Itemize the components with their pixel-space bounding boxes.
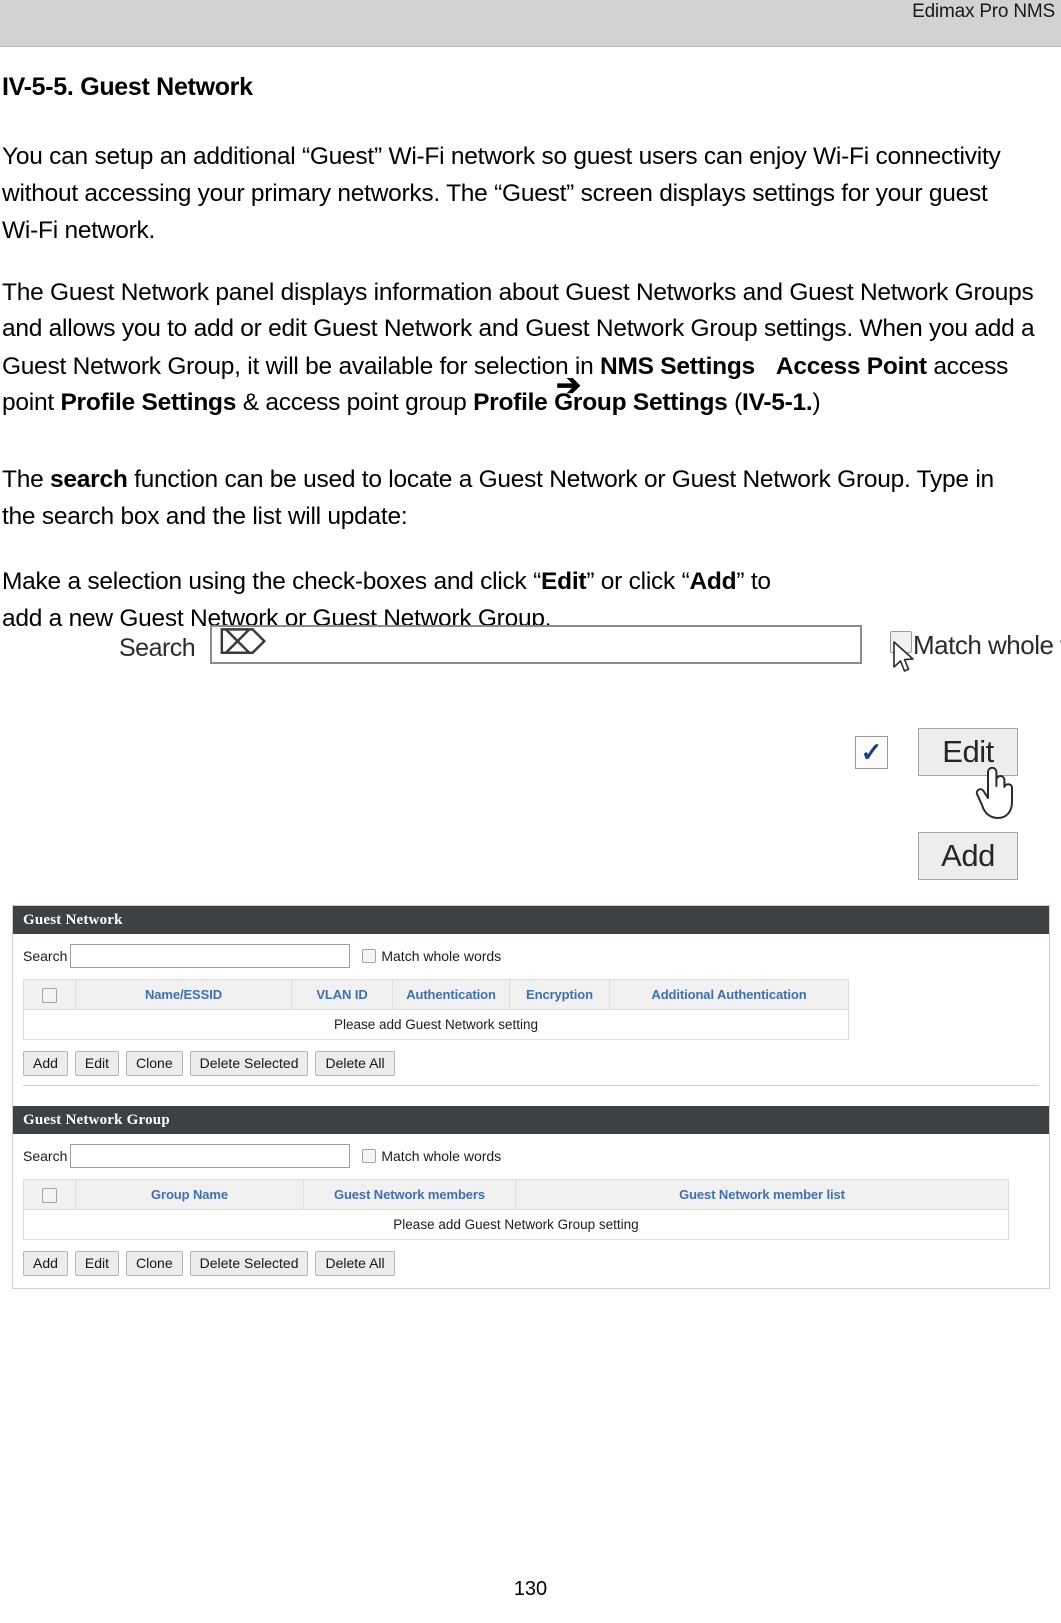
- guest-network-group-match-whole-words-label: Match whole words: [381, 1148, 502, 1164]
- column-header-authentication[interactable]: Authentication: [392, 979, 510, 1010]
- guest-network-search-row: Search Match whole words: [23, 944, 1039, 968]
- guest-network-match-whole-words-checkbox[interactable]: [362, 949, 377, 963]
- search-bold: search: [50, 466, 128, 493]
- paragraph-panel-text-e: ): [812, 389, 821, 416]
- profile-settings-bold: Profile Settings: [60, 389, 237, 416]
- guest-network-group-match-whole-words-checkbox[interactable]: [362, 1149, 377, 1163]
- guest-network-screenshot: Guest Network Search Match whole words N…: [12, 905, 1050, 1289]
- guest-network-delete-all-button[interactable]: Delete All: [315, 1051, 395, 1076]
- paragraph-panel-text-c: & access point group: [236, 389, 474, 416]
- guest-network-panel: Guest Network Search Match whole words N…: [13, 906, 1049, 1098]
- guest-network-group-delete-selected-button[interactable]: Delete Selected: [189, 1251, 309, 1276]
- figure-search-bar: Search ⌦ Match whole words: [97, 625, 1061, 673]
- guest-network-group-empty-row: Please add Guest Network Group setting: [23, 1209, 1009, 1240]
- guest-network-search-input[interactable]: [70, 944, 351, 968]
- text-cursor-icon: ⌦: [218, 626, 266, 666]
- page-title: IV-5-5. Guest Network: [2, 73, 253, 101]
- guest-network-group-empty-message: Please add Guest Network Group setting: [23, 1209, 1009, 1240]
- paragraph-selection-text-a: Make a selection using the check-boxes a…: [2, 568, 542, 595]
- running-header-title: Edimax Pro NMS: [912, 1, 1055, 22]
- breadcrumb-arrow-glyph-icon: ➔: [556, 369, 582, 402]
- guest-network-group-panel-title: Guest Network Group: [13, 1106, 1049, 1134]
- guest-network-delete-selected-button[interactable]: Delete Selected: [189, 1051, 309, 1076]
- guest-network-table-header-row: Name/ESSID VLAN ID Authentication Encryp…: [23, 979, 849, 1010]
- breadcrumb-arrow-icon: [755, 348, 776, 378]
- panel-divider: [23, 1085, 1039, 1086]
- column-header-group-name[interactable]: Group Name: [75, 1179, 304, 1210]
- paragraph-search-description: The search function can be used to locat…: [2, 461, 1012, 535]
- guest-network-group-edit-button[interactable]: Edit: [74, 1251, 120, 1276]
- figure-edit-add-buttons: ✓ Edit Add: [845, 722, 1025, 892]
- nms-settings-bold: NMS Settings: [600, 353, 755, 380]
- guest-network-panel-title: Guest Network: [13, 906, 1049, 934]
- figure-search-label: Search: [119, 634, 196, 662]
- paragraph-selection-text-b: ” or click “: [586, 568, 690, 595]
- guest-network-clone-button[interactable]: Clone: [126, 1051, 183, 1076]
- guest-network-group-button-row: Add Edit Clone Delete Selected Delete Al…: [23, 1251, 1039, 1276]
- paragraph-intro: You can setup an additional “Guest” Wi-F…: [2, 138, 1012, 249]
- column-header-name-essid[interactable]: Name/ESSID: [75, 979, 292, 1010]
- guest-network-group-add-button[interactable]: Add: [23, 1251, 68, 1276]
- guest-network-group-search-label: Search: [23, 1148, 68, 1164]
- guest-network-select-all-header[interactable]: [23, 979, 76, 1010]
- column-header-guest-network-members[interactable]: Guest Network members: [303, 1179, 516, 1210]
- guest-network-edit-button[interactable]: Edit: [74, 1051, 120, 1076]
- checkbox-icon[interactable]: [42, 987, 57, 1003]
- guest-network-group-table: Group Name Guest Network members Guest N…: [23, 1179, 1009, 1240]
- section-ref-bold: IV-5-1.: [742, 389, 813, 416]
- paragraph-panel-description: The Guest Network panel displays informa…: [2, 275, 1037, 421]
- column-header-additional-authentication[interactable]: Additional Authentication: [609, 979, 849, 1010]
- paragraph-intro-text: You can setup an additional “Guest” Wi-F…: [2, 143, 1001, 244]
- paragraph-search-text-a: The: [2, 466, 51, 493]
- paragraph-search-text-b: function can be used to locate a Guest N…: [2, 466, 994, 530]
- guest-network-empty-message: Please add Guest Network setting: [23, 1009, 849, 1040]
- add-bold: Add: [689, 568, 737, 595]
- figure-row-checkbox[interactable]: ✓: [855, 736, 888, 769]
- guest-network-button-row: Add Edit Clone Delete Selected Delete Al…: [23, 1051, 1039, 1076]
- column-header-vlan-id[interactable]: VLAN ID: [291, 979, 393, 1010]
- guest-network-empty-row: Please add Guest Network setting: [23, 1009, 849, 1040]
- page-number: 130: [513, 1578, 548, 1600]
- guest-network-search-label: Search: [23, 948, 68, 964]
- column-header-guest-network-member-list[interactable]: Guest Network member list: [515, 1179, 1009, 1210]
- column-header-encryption[interactable]: Encryption: [509, 979, 610, 1010]
- paragraph-panel-text-d: (: [727, 389, 743, 416]
- hand-pointer-icon: [975, 766, 1013, 819]
- guest-network-group-select-all-header[interactable]: [23, 1179, 76, 1210]
- access-point-bold: Access Point: [775, 353, 927, 380]
- profile-group-settings-bold: Profile Group Settings: [473, 389, 728, 416]
- figure-match-whole-words-label: Match whole words: [913, 630, 1061, 660]
- guest-network-group-search-input[interactable]: [70, 1144, 351, 1168]
- guest-network-group-delete-all-button[interactable]: Delete All: [315, 1251, 395, 1276]
- figure-search-input[interactable]: [210, 625, 862, 664]
- document-running-header: Edimax Pro NMS: [0, 0, 1061, 47]
- guest-network-match-whole-words-label: Match whole words: [381, 948, 502, 964]
- guest-network-group-table-header-row: Group Name Guest Network members Guest N…: [23, 1179, 1009, 1210]
- guest-network-table: Name/ESSID VLAN ID Authentication Encryp…: [23, 979, 849, 1040]
- guest-network-add-button[interactable]: Add: [23, 1051, 68, 1076]
- guest-network-group-search-row: Search Match whole words: [23, 1144, 1039, 1168]
- edit-bold: Edit: [541, 568, 587, 595]
- checkbox-icon[interactable]: [42, 1187, 57, 1203]
- mouse-pointer-icon: [893, 641, 914, 672]
- guest-network-group-clone-button[interactable]: Clone: [126, 1251, 183, 1276]
- guest-network-group-panel: Guest Network Group Search Match whole w…: [13, 1106, 1049, 1288]
- page-content: IV-5-5. Guest Network You can setup an a…: [0, 47, 1061, 637]
- figure-add-button[interactable]: Add: [918, 832, 1018, 880]
